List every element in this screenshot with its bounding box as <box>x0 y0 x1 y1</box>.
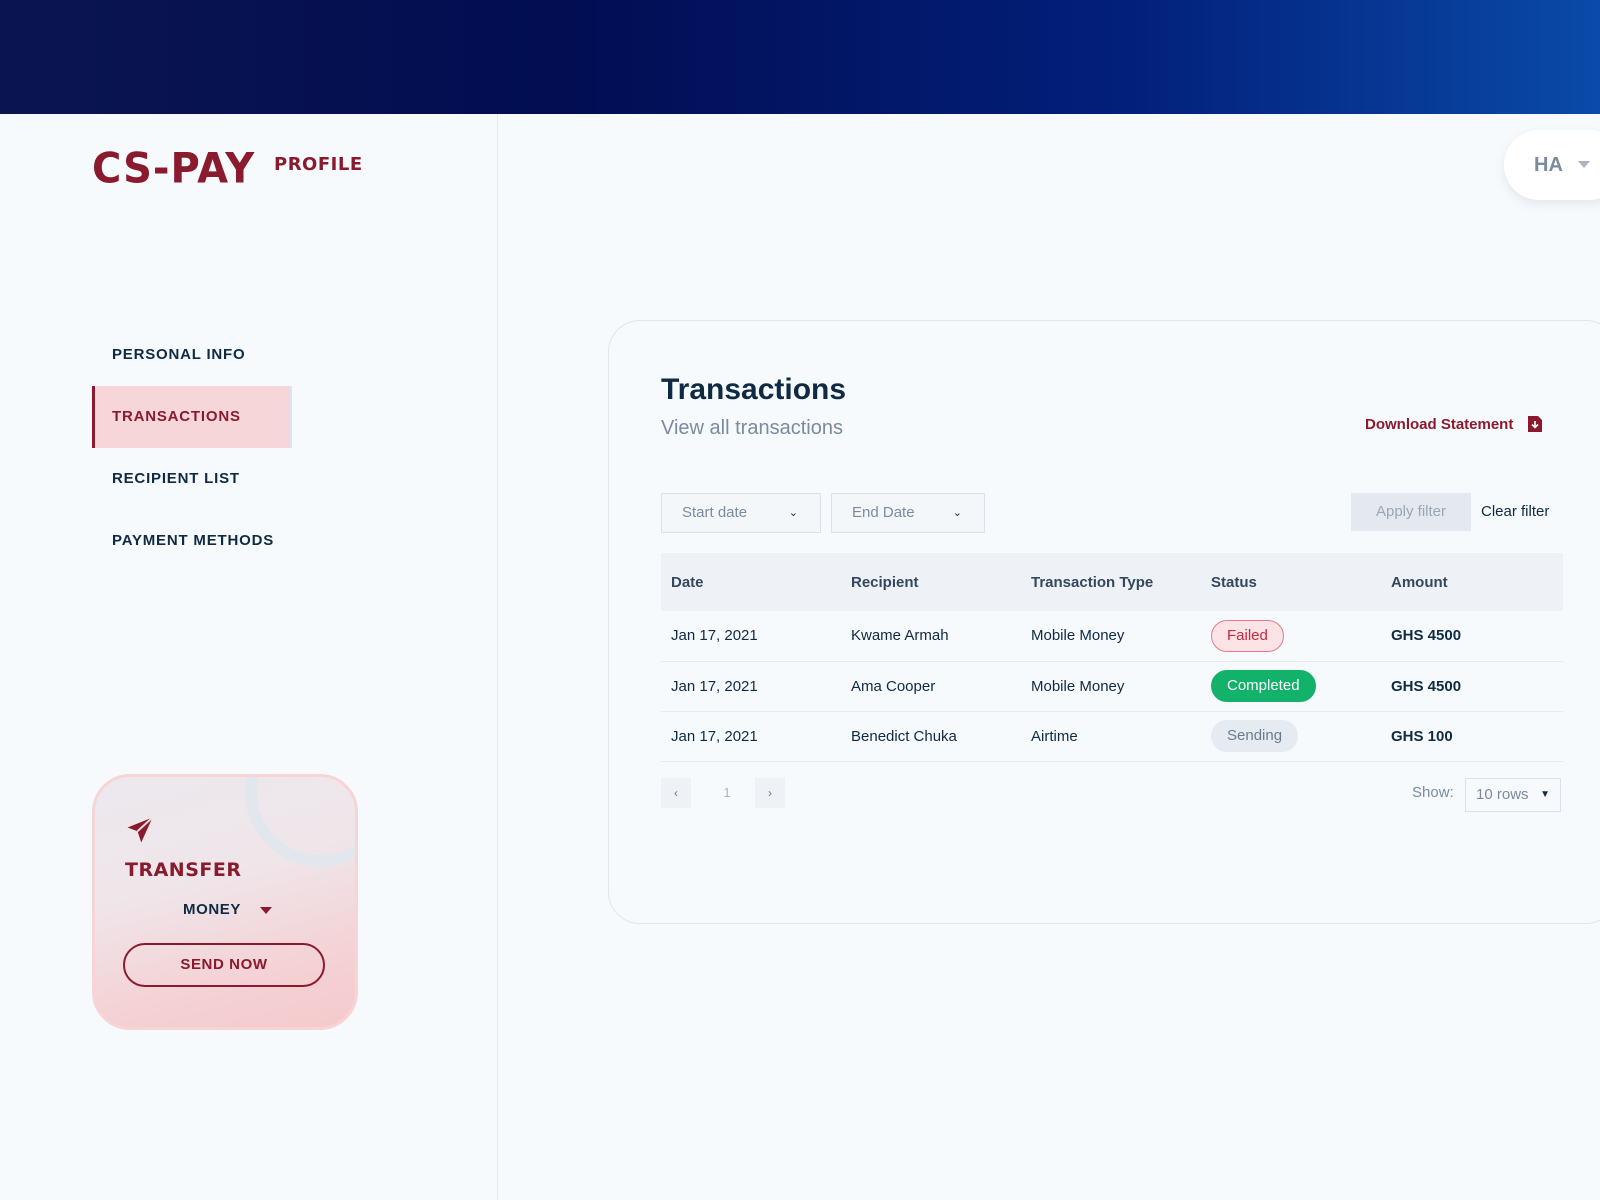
download-statement-label: Download Statement <box>1365 415 1514 433</box>
table-header-row: Date Recipient Transaction Type Status A… <box>661 553 1563 611</box>
sidebar-item-personal-info[interactable]: PERSONAL INFO <box>92 324 292 386</box>
rows-per-page-label: Show: <box>1412 784 1454 801</box>
start-date-select[interactable]: Start date ⌄ <box>661 493 821 533</box>
cell-date: Jan 17, 2021 <box>661 611 841 662</box>
table-row[interactable]: Jan 17, 2021 Benedict Chuka Airtime Send… <box>661 711 1563 762</box>
paper-plane-icon <box>127 816 154 843</box>
cell-type: Mobile Money <box>1021 661 1201 712</box>
app-logo[interactable]: CS-PAY <box>92 145 255 193</box>
send-now-button[interactable]: SEND NOW <box>123 943 325 987</box>
cell-status: Failed <box>1201 611 1381 662</box>
page-title: Transactions <box>661 373 847 406</box>
user-avatar-menu[interactable]: HA <box>1504 130 1600 200</box>
cell-type: Mobile Money <box>1021 611 1201 662</box>
status-badge: Completed <box>1211 670 1316 702</box>
cell-status: Completed <box>1201 661 1381 712</box>
main-content: HA Transactions View all transactions Do… <box>498 114 1600 1200</box>
current-page[interactable]: 1 <box>717 778 737 808</box>
transfer-money-card: TRANSFER MONEY SEND NOW <box>92 774 358 1030</box>
sidebar-item-transactions[interactable]: TRANSACTIONS <box>92 386 292 448</box>
table-row[interactable]: Jan 17, 2021 Kwame Armah Mobile Money Fa… <box>661 611 1563 662</box>
table-row[interactable]: Jan 17, 2021 Ama Cooper Mobile Money Com… <box>661 661 1563 712</box>
column-header-type[interactable]: Transaction Type <box>1021 553 1201 611</box>
chevron-down-icon: ⌄ <box>952 507 962 519</box>
chevron-down-icon <box>1578 161 1590 168</box>
transfer-title: TRANSFER <box>125 859 242 881</box>
decorative-arc <box>245 777 355 867</box>
money-label: MONEY <box>183 901 241 918</box>
rows-per-page-select[interactable]: 10 rows ▼ <box>1465 778 1561 812</box>
transactions-card: Transactions View all transactions Downl… <box>608 320 1600 924</box>
cell-date: Jan 17, 2021 <box>661 661 841 712</box>
column-header-date[interactable]: Date <box>661 553 841 611</box>
chevron-down-icon: ▼ <box>1540 789 1550 800</box>
start-date-label: Start date <box>682 504 748 521</box>
profile-nav: PERSONAL INFO TRANSACTIONS RECIPIENT LIS… <box>92 324 292 572</box>
cell-recipient: Ama Cooper <box>841 661 1021 712</box>
column-header-status[interactable]: Status <box>1201 553 1381 611</box>
avatar-initials: HA <box>1534 154 1563 176</box>
cell-amount: GHS 4500 <box>1381 611 1563 662</box>
status-badge: Sending <box>1211 720 1299 752</box>
caret-down-icon <box>259 906 272 914</box>
sidebar-item-payment-methods[interactable]: PAYMENT METHODS <box>92 510 292 572</box>
page-subtitle: View all transactions <box>661 417 843 439</box>
sidebar: CS-PAY PROFILE PERSONAL INFO TRANSACTION… <box>0 114 498 1200</box>
clear-filter-button[interactable]: Clear filter <box>1481 493 1549 531</box>
cell-recipient: Benedict Chuka <box>841 711 1021 762</box>
next-page-button[interactable]: › <box>755 778 785 808</box>
column-header-amount[interactable]: Amount <box>1381 553 1563 611</box>
cell-recipient: Kwame Armah <box>841 611 1021 662</box>
prev-page-button[interactable]: ‹ <box>661 778 691 808</box>
column-header-recipient[interactable]: Recipient <box>841 553 1021 611</box>
file-download-icon <box>1528 416 1543 432</box>
top-banner <box>0 0 1600 114</box>
cell-amount: GHS 4500 <box>1381 661 1563 712</box>
transactions-table: Date Recipient Transaction Type Status A… <box>661 553 1563 762</box>
end-date-label: End Date <box>852 504 915 521</box>
download-statement-link[interactable]: Download Statement <box>1365 415 1543 433</box>
section-label: PROFILE <box>274 154 363 175</box>
status-badge: Failed <box>1211 619 1284 652</box>
cell-amount: GHS 100 <box>1381 711 1563 762</box>
apply-filter-button[interactable]: Apply filter <box>1351 493 1471 531</box>
sidebar-item-recipient-list[interactable]: RECIPIENT LIST <box>92 448 292 510</box>
rows-per-page-value: 10 rows <box>1476 786 1529 803</box>
cell-status: Sending <box>1201 711 1381 762</box>
cell-type: Airtime <box>1021 711 1201 762</box>
money-selector[interactable]: MONEY <box>183 901 272 918</box>
chevron-down-icon: ⌄ <box>788 507 798 519</box>
cell-date: Jan 17, 2021 <box>661 711 841 762</box>
end-date-select[interactable]: End Date ⌄ <box>831 493 985 533</box>
